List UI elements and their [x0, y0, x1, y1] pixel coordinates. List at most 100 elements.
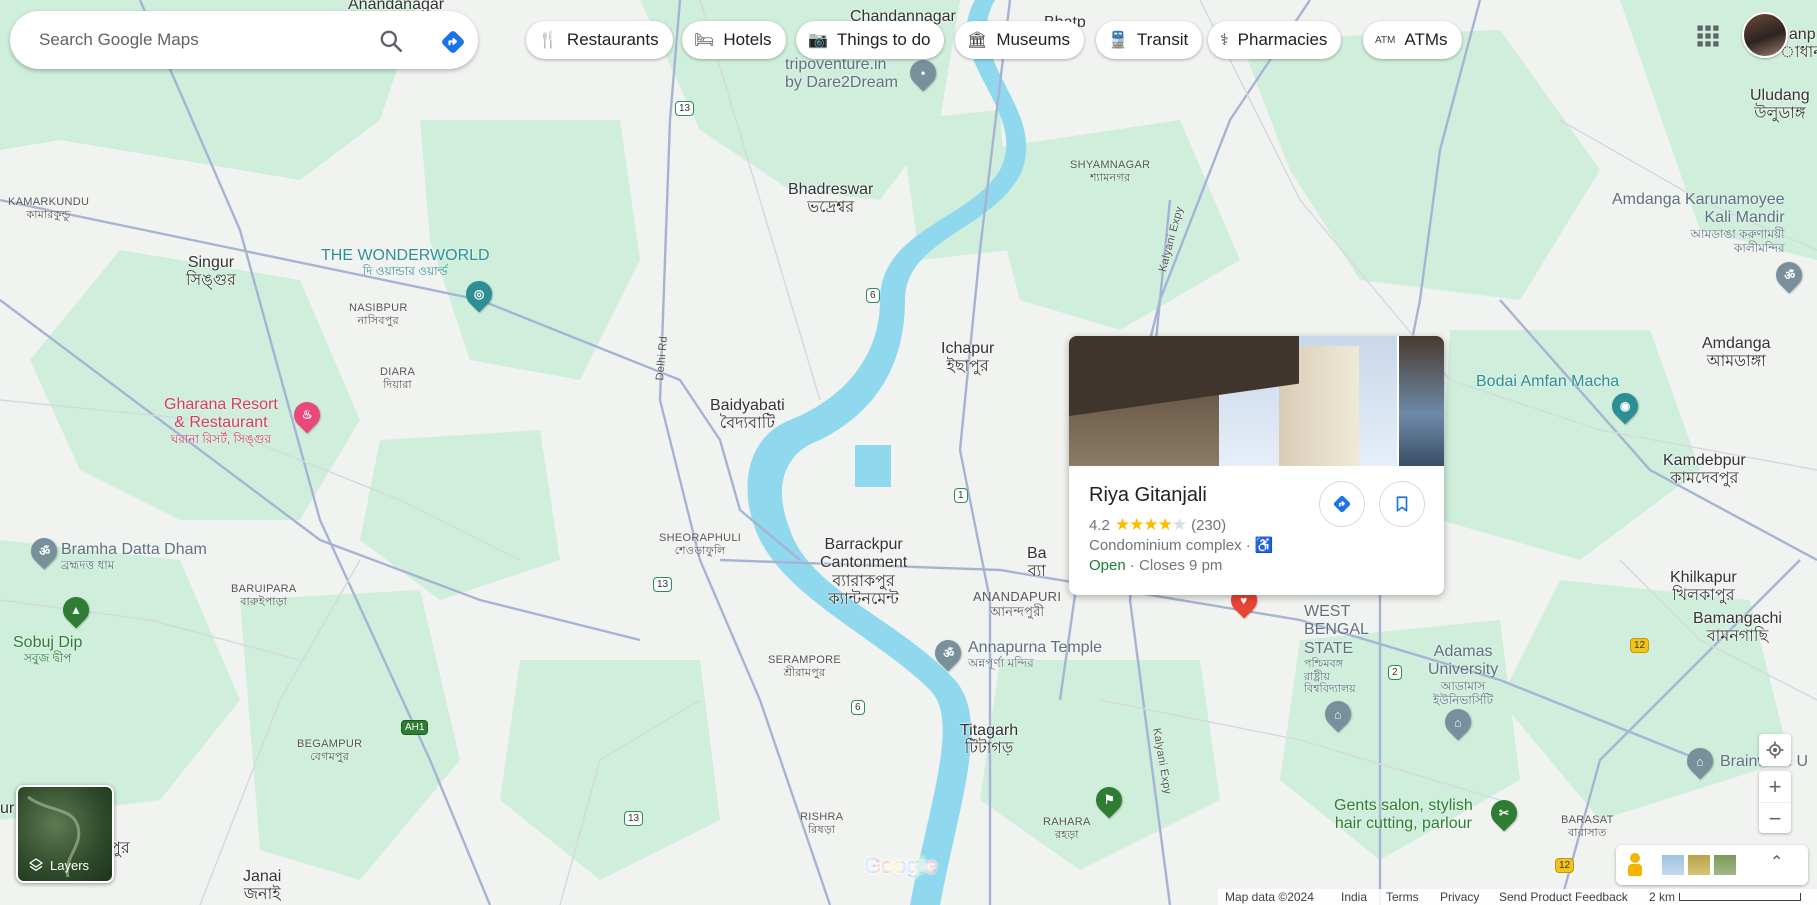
- road-shield-13: 13: [653, 577, 673, 592]
- my-location-icon: [1766, 741, 1784, 759]
- directions-icon[interactable]: [439, 28, 467, 56]
- map-label-titagarh: Titagarh টিটাগড়: [960, 722, 1019, 758]
- chip-restaurants[interactable]: 🍴 Restaurants: [526, 21, 673, 59]
- map-label-rahara: RAHARA রহড়া: [1043, 816, 1091, 841]
- map-label-begampur: BEGAMPUR বেগমপুর: [297, 738, 363, 763]
- road-shield-6: 6: [866, 288, 880, 303]
- expand-chevron-icon[interactable]: ⌃: [1770, 852, 1783, 872]
- map-label-diara: DIARA দিয়ারা: [380, 366, 416, 391]
- place-title[interactable]: Riya Gitanjali: [1089, 484, 1207, 507]
- map-label-bhadreswar: Bhadreswar ভদ্রেশ্বর: [788, 181, 874, 217]
- google-logo: Google: [864, 853, 937, 878]
- bed-icon: 🛏: [694, 32, 715, 49]
- museum-icon: 🏛: [967, 32, 988, 49]
- map-label-bramha: Bramha Datta Dham ব্রহ্মদত্ত ধাম: [61, 541, 207, 573]
- map-label-barrackpur: Barrackpur Cantonment ব্যারাকপুর ক্যান্টনমে…: [820, 536, 908, 609]
- map-label-serampore: SERAMPORE শ্রীরামপুর: [768, 654, 841, 679]
- map-label-janai: Janai জনাই: [243, 868, 282, 904]
- map-label-bamangachi: Bamangachi বামনগাছি: [1693, 610, 1782, 646]
- fork-knife-icon: 🍴: [538, 32, 558, 49]
- map-label-dum-pur: ur: [0, 800, 15, 817]
- bookmark-icon: [1396, 496, 1408, 512]
- place-rating: 4.2 ★★★★★ (230): [1089, 515, 1226, 535]
- pharmacy-icon: ⚕: [1220, 32, 1229, 49]
- place-type: Condominium complex · ♿: [1089, 537, 1274, 554]
- map-label-wonderworld: THE WONDERWORLD দি ওয়ান্ডার ওয়ার্ল্ড: [321, 247, 490, 279]
- road-shield-12: 12: [1630, 638, 1650, 653]
- map-label-sobuj: Sobuj Dip সবুজ দ্বীপ: [13, 634, 83, 666]
- satellite-thumbnail[interactable]: [1662, 855, 1684, 875]
- map-label-gents-salon: Gents salon, stylish hair cutting, parlou…: [1334, 797, 1473, 833]
- chip-label: ATMs: [1404, 30, 1448, 49]
- zoom-out-button[interactable]: −: [1759, 802, 1791, 834]
- place-card[interactable]: Riya Gitanjali 4.2 ★★★★★ (230) Condomini…: [1069, 336, 1444, 595]
- terms-link[interactable]: Terms: [1386, 890, 1419, 904]
- camera-icon: 📷: [808, 32, 828, 49]
- map-label-bodai: Bodai Amfan Macha: [1476, 373, 1620, 390]
- map-label-shyamnagar: SHYAMNAGAR শ্যামনগর: [1070, 159, 1151, 184]
- map-label-baruipara: BARUIPARA বারুইপাড়া: [231, 583, 297, 608]
- train-icon: 🚆: [1108, 32, 1128, 49]
- map-label-amdanga: Amdanga আমডাঙ্গা: [1702, 335, 1771, 371]
- chip-label: Things to do: [836, 30, 931, 49]
- layers-button[interactable]: Layers: [16, 785, 114, 883]
- chip-things-to-do[interactable]: 📷 Things to do: [796, 21, 945, 59]
- map-label-adamas: Adamas University আডামাস ইউনিভার্সিটি: [1428, 643, 1499, 707]
- chip-pharmacies[interactable]: ⚕ Pharmacies: [1208, 21, 1342, 59]
- map-canvas[interactable]: [0, 0, 1817, 905]
- account-avatar[interactable]: [1742, 12, 1788, 58]
- map-label-ichapur: Ichapur ইছাপুর: [941, 340, 995, 376]
- map-label-ba: Ba ব্যা: [1027, 545, 1047, 581]
- road-shield-ah1: AH1: [401, 720, 429, 735]
- map-data-text[interactable]: Map data ©2024: [1225, 890, 1314, 904]
- map-type-bar: ⌃: [1616, 845, 1808, 885]
- zoom-in-button[interactable]: +: [1759, 771, 1791, 802]
- chip-hotels[interactable]: 🛏 Hotels: [682, 21, 786, 59]
- map-label-tripoventure: tripoventure.in by Dare2Dream: [785, 56, 898, 92]
- map-label-nasibpur: NASIBPUR নাসিবপুর: [349, 302, 408, 327]
- map-label-kamarkundu: KAMARKUNDU কামারকুন্ডু: [8, 196, 90, 221]
- chip-transit[interactable]: 🚆 Transit: [1096, 21, 1203, 59]
- terrain-thumbnail[interactable]: [1688, 855, 1710, 875]
- india-link[interactable]: India: [1341, 890, 1367, 904]
- layers-icon: [29, 858, 43, 871]
- place-photo-2[interactable]: [1399, 336, 1444, 466]
- road-shield-13: 13: [675, 101, 695, 116]
- road-shield-13: 13: [624, 811, 644, 826]
- wheelchair-icon: ♿: [1254, 537, 1274, 554]
- place-photo[interactable]: [1069, 336, 1397, 466]
- chip-label: Transit: [1136, 30, 1189, 49]
- map-label-sheoraphuli: SHEORAPHULI শেওড়াফুলি: [659, 532, 742, 557]
- map-label-uludanga: Uludang উলুডাঙ্গ: [1750, 87, 1810, 123]
- pegman-icon[interactable]: [1628, 853, 1642, 877]
- chip-label: Museums: [996, 30, 1070, 49]
- map-label-barasat: BARASAT বারাসাত: [1561, 814, 1614, 839]
- card-directions-button[interactable]: [1319, 481, 1365, 527]
- search-icon[interactable]: [378, 28, 404, 54]
- road-shield-12: 12: [1555, 858, 1575, 873]
- search-box[interactable]: Search Google Maps: [10, 11, 478, 69]
- card-save-button[interactable]: [1379, 481, 1425, 527]
- map-label-gharana: Gharana Resort & Restaurant ঘরানা রিসর্ট, …: [164, 396, 278, 446]
- search-input[interactable]: Search Google Maps: [39, 30, 199, 50]
- map-label-anandapuri: ANANDAPURI আনন্দপুরী: [973, 589, 1062, 619]
- privacy-link[interactable]: Privacy: [1440, 890, 1479, 904]
- map-label-annapurna: Annapurna Temple অন্নপূর্ণা মন্দির: [968, 639, 1103, 671]
- star-rating-icon: ★★★★★: [1114, 515, 1187, 534]
- review-count[interactable]: (230): [1191, 517, 1226, 534]
- place-hours: Open · Closes 9 pm: [1089, 557, 1223, 574]
- scale-bar: [1679, 893, 1801, 901]
- feedback-link[interactable]: Send Product Feedback: [1499, 890, 1628, 904]
- my-location-button[interactable]: [1759, 734, 1791, 766]
- google-apps-icon[interactable]: [1694, 22, 1722, 50]
- map-label-westbengal: WEST BENGAL STATE পশ্চিমবঙ্গ রাষ্ট্রীয় বিশ্ব…: [1304, 603, 1369, 696]
- open-status: Open: [1089, 557, 1126, 574]
- zoom-controls: + −: [1759, 771, 1791, 833]
- chip-museums[interactable]: 🏛 Museums: [955, 21, 1084, 59]
- scale-label[interactable]: 2 km: [1649, 890, 1675, 904]
- chip-atms[interactable]: ATM ATMs: [1363, 21, 1462, 59]
- road-shield-2: 2: [1388, 665, 1402, 680]
- traffic-thumbnail[interactable]: [1714, 855, 1736, 875]
- chip-label: Restaurants: [566, 30, 659, 49]
- map-label-singur: Singur সিঙ্গুর: [186, 254, 236, 290]
